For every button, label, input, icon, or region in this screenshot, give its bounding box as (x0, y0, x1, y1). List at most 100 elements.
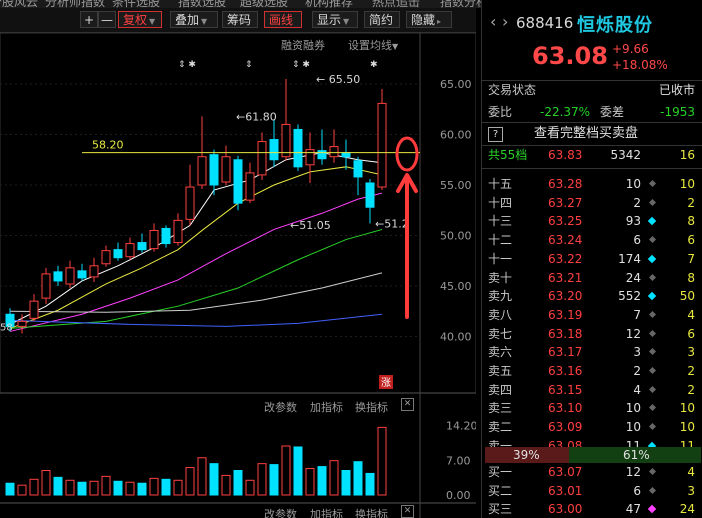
top-menu-item[interactable]: 超级选股 (240, 0, 288, 8)
asks-price: 63.17 (548, 345, 583, 360)
asks-row[interactable]: 卖三 63.10 10 10 (482, 399, 702, 417)
trade-status-value: 已收市 (658, 83, 695, 97)
chevron-left-icon[interactable]: ‹ (490, 12, 496, 31)
overlay-label: 叠加 (175, 13, 200, 27)
price-axis-label: 40.00 (440, 331, 472, 344)
ma-settings-link[interactable]: 设置均线▼ (348, 37, 398, 53)
order-dot-icon (648, 404, 657, 412)
asks-row[interactable]: 十一 63.22 174 7 (482, 250, 702, 268)
change-indicator-link[interactable]: 换指标 (355, 399, 388, 415)
arrow-left-icon: ← (236, 110, 245, 123)
zoom-out-button[interactable]: — (98, 11, 116, 28)
full-depth-link[interactable]: 查看完整档买卖盘 (482, 125, 702, 143)
fuquan-button[interactable]: 复权 ▼ (118, 11, 162, 28)
bids-row[interactable]: 买三 63.00 47 24 (482, 500, 702, 518)
bids-volume: 47 (625, 502, 641, 517)
divider (482, 168, 702, 169)
candle-body (125, 243, 135, 258)
top-menu-item[interactable]: 机构推荐 (305, 0, 353, 8)
asks-row[interactable]: 卖六 63.17 3 3 (482, 343, 702, 361)
volume-bar (77, 481, 87, 496)
asks-price: 63.28 (548, 177, 583, 191)
display-button[interactable]: 显示 ▼ (312, 11, 358, 28)
asks-volume: 6 (633, 233, 641, 248)
chevron-down-icon: ▼ (392, 42, 399, 51)
stock-header: ‹ › 688416 恒烁股份 63.08 +9.66 +18.08% (482, 0, 702, 80)
candle-body (281, 123, 291, 158)
top-menu-item[interactable]: 条件选股 (112, 0, 160, 8)
zoom-in-button[interactable]: + (80, 11, 98, 28)
asks-row[interactable]: 卖十 63.21 24 8 (482, 269, 702, 287)
asks-row[interactable]: 卖二 63.09 10 10 (482, 418, 702, 436)
asks-row[interactable]: 卖九 63.20 552 50 (482, 287, 702, 305)
weibi-value: -22.37% (540, 105, 591, 119)
asks-level: 卖六 (488, 345, 513, 360)
kline-chart[interactable]: 65.00 60.00 55.00 50.00 45.00 40.00 14.20 7.00 0… (0, 33, 476, 518)
candle-body (65, 267, 75, 285)
candle-body (113, 249, 123, 259)
top-menu-item[interactable]: 个股风云 (0, 0, 38, 8)
chart-toolbar: + — 复权 ▼ 叠加 ▼ 筹码 画线 显示 ▼ 简约 隐藏 ▸ (0, 8, 476, 33)
overlay-button[interactable]: 叠加 ▼ (170, 11, 218, 28)
add-indicator-link[interactable]: 加指标 (310, 399, 343, 415)
volume-bar (317, 466, 327, 496)
candle-body (173, 219, 183, 244)
asks-level: 卖四 (488, 382, 513, 397)
close-indicator-icon[interactable]: ✕ (401, 398, 414, 411)
change-indicator-link-2[interactable]: 换指标 (355, 506, 388, 518)
bids-row[interactable]: 买一 63.07 12 4 (482, 463, 702, 481)
bids-count: 3 (687, 483, 695, 498)
change-params-link-2[interactable]: 改参数 (264, 506, 297, 518)
asks-level: 卖七 (488, 326, 513, 341)
top-menu-item[interactable]: 热点追击 (372, 0, 420, 8)
margin-trading-link[interactable]: 融资融券 (281, 37, 325, 53)
asks-row[interactable]: 卖五 63.16 2 2 (482, 362, 702, 380)
top-menu-item[interactable]: 分析师指数 (45, 0, 105, 8)
asks-price: 63.24 (548, 233, 583, 248)
chevron-right-icon[interactable]: › (502, 12, 508, 31)
candle-body (77, 270, 87, 279)
volume-bar (281, 445, 291, 496)
close-indicator-icon-2[interactable]: ✕ (401, 505, 414, 518)
asks-row[interactable]: 十二 63.24 6 6 (482, 231, 702, 249)
top-menu-item[interactable]: 指数选股 (178, 0, 226, 8)
weibi-row: 委比 -22.37% 委差 -1953 (482, 103, 702, 121)
low2-label: ←51.2 (375, 217, 409, 230)
highlight-circle (395, 136, 419, 172)
add-indicator-link-2[interactable]: 加指标 (310, 506, 343, 518)
change-params-link[interactable]: 改参数 (264, 399, 297, 415)
chips-button[interactable]: 筹码 (222, 11, 258, 28)
draw-line-button[interactable]: 画线 (264, 11, 302, 28)
volume-bar (29, 478, 39, 496)
volume-bar (89, 480, 99, 496)
total-price: 63.83 (548, 148, 583, 162)
simple-button[interactable]: 简约 (364, 11, 400, 28)
asks-level: 卖十 (488, 270, 513, 285)
left-low-label: 58 (0, 322, 13, 333)
candle-body (305, 149, 315, 166)
stock-code: 688416 (516, 14, 574, 32)
volume-bar (125, 481, 135, 496)
bids-price: 63.01 (548, 483, 583, 498)
candle-body (137, 242, 147, 251)
asks-row[interactable]: 卖四 63.15 4 2 (482, 381, 702, 399)
asks-row[interactable]: 十五 63.28 10 10 (482, 175, 702, 193)
bids-row[interactable]: 买二 63.01 6 3 (482, 482, 702, 500)
asks-count: 8 (687, 214, 695, 229)
volume-bar (233, 470, 243, 496)
volume-bar (53, 476, 63, 496)
event-marker-icon: ⇕ ✱ (292, 60, 310, 70)
asks-row[interactable]: 十三 63.25 93 8 (482, 212, 702, 230)
volume-bar (65, 479, 75, 496)
volume-bar (365, 472, 375, 496)
chevron-down-icon: ▼ (149, 17, 156, 26)
last-price: 63.08 (532, 42, 608, 70)
asks-row[interactable]: 十四 63.27 2 2 (482, 194, 702, 212)
asks-count: 6 (687, 233, 695, 248)
asks-row[interactable]: 卖八 63.19 7 4 (482, 306, 702, 324)
asks-level: 卖八 (488, 307, 513, 322)
hide-button[interactable]: 隐藏 ▸ (406, 11, 452, 28)
asks-level: 十五 (488, 177, 513, 191)
asks-level: 十三 (488, 214, 513, 229)
asks-row[interactable]: 卖七 63.18 12 6 (482, 325, 702, 343)
